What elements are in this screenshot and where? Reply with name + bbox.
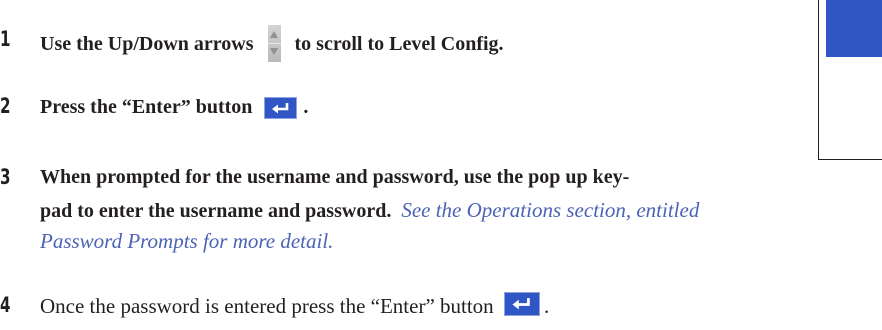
up-down-arrows-icon: [267, 25, 281, 62]
step-text-line: When prompted for the username and passw…: [40, 166, 630, 188]
screen-illustration-fragment: [818, 0, 882, 160]
step-text: Use the Up/Down arrows: [40, 33, 254, 56]
step-number: 4: [0, 293, 11, 317]
step-text: to scroll to Level Config.: [294, 33, 504, 56]
step-text: .: [543, 294, 550, 318]
cross-reference-link[interactable]: Password Prompts for more detail.: [40, 228, 699, 254]
step-text: Once the password is entered press the “…: [40, 294, 494, 318]
step-number: 3: [0, 165, 11, 189]
step-number: 1: [0, 27, 11, 51]
screen-blue-block: [826, 0, 882, 57]
enter-key-icon: [264, 97, 298, 120]
cross-reference-link[interactable]: See the Operations section, entitled: [401, 198, 699, 222]
step-text: .: [303, 96, 309, 118]
step-number: 2: [0, 94, 11, 118]
step-text: Press the “Enter” button: [40, 96, 253, 118]
step-text-line: pad to enter the username and password.: [40, 200, 392, 222]
enter-key-icon: [503, 292, 540, 317]
